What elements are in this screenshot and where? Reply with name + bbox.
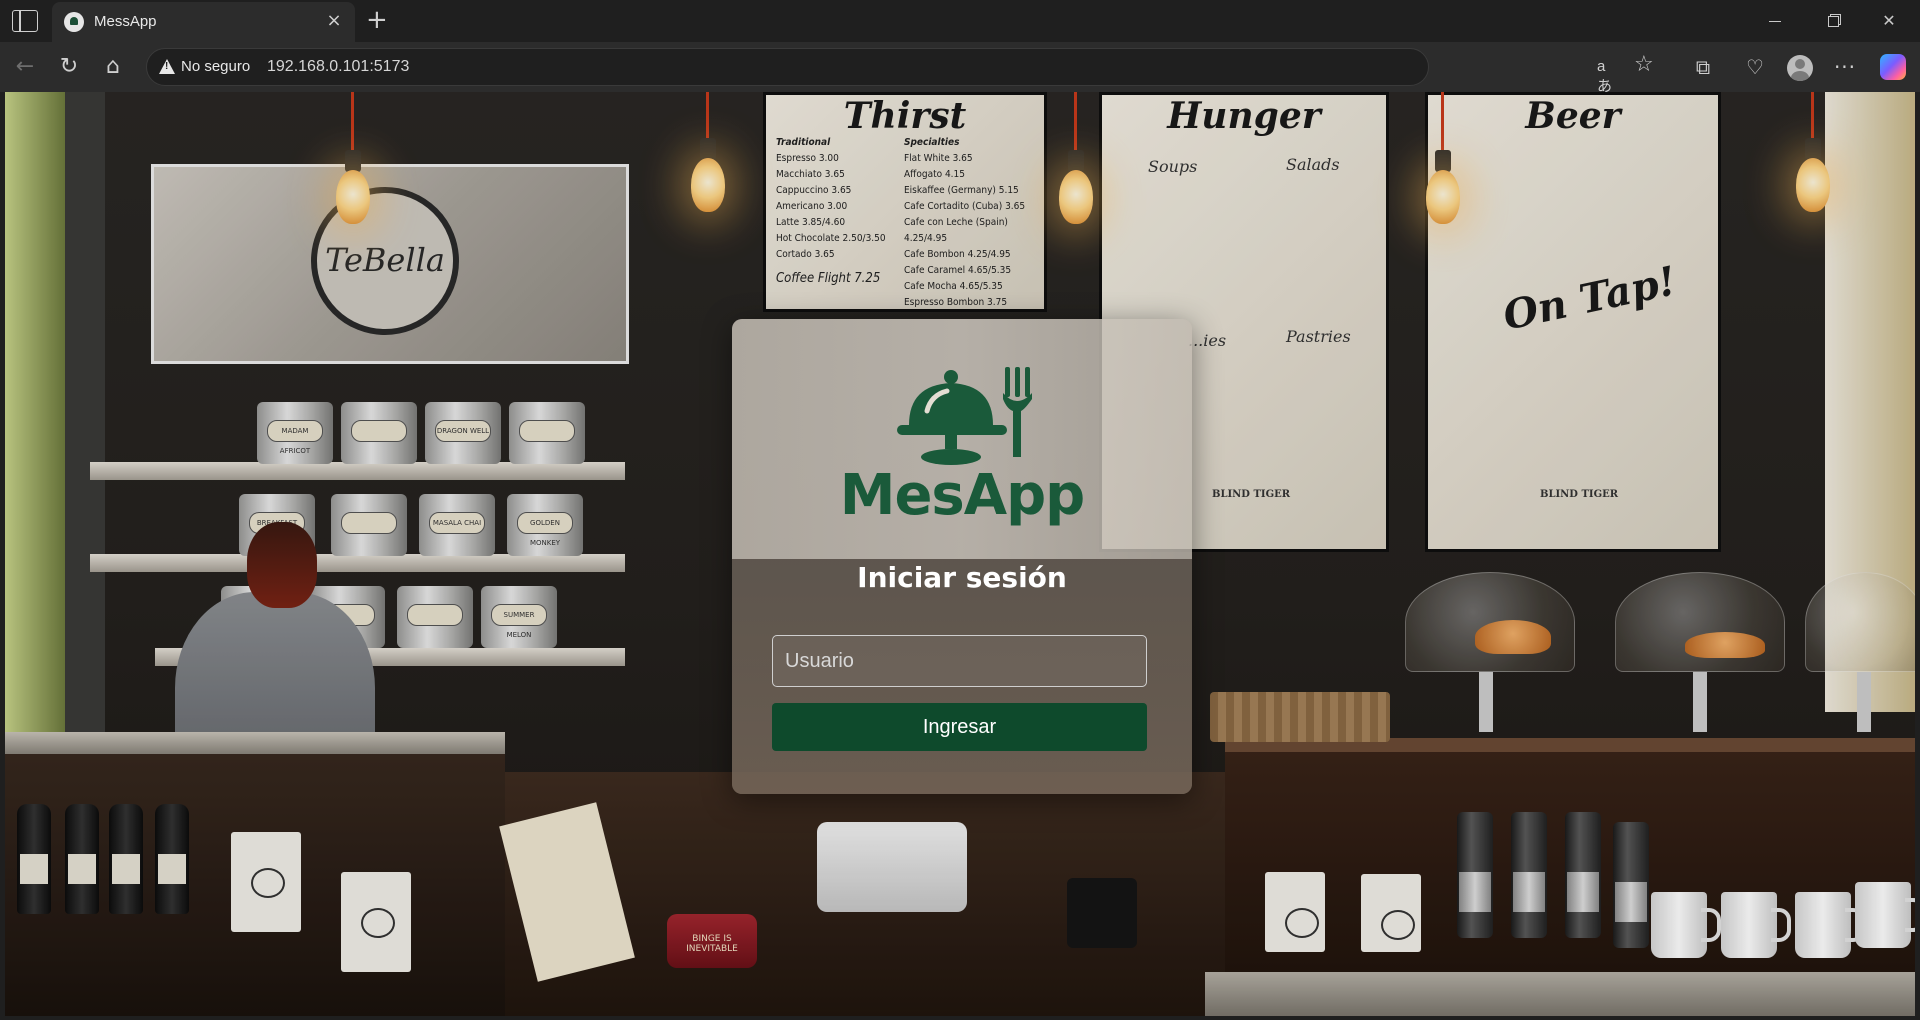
restore-icon[interactable] — [1810, 8, 1856, 34]
browser-essentials-icon[interactable]: ♡ — [1742, 54, 1768, 80]
cloche-fork-icon — [897, 367, 1032, 465]
new-tab-plus-icon[interactable]: + — [366, 6, 388, 34]
read-aloud-icon[interactable]: aあ — [1597, 58, 1612, 96]
back-arrow-icon[interactable]: ← — [12, 54, 38, 80]
reload-icon[interactable]: ↻ — [56, 54, 82, 80]
copilot-icon[interactable] — [1880, 54, 1906, 80]
brand-logo-text: MesApp — [839, 463, 1086, 528]
browser-toolbar: ← ↻ ⌂ No seguro 192.168.0.101:5173 aあ ☆ … — [0, 42, 1920, 95]
warning-icon[interactable] — [159, 59, 175, 74]
browser-title-bar: MessApp × + ✕ — [0, 0, 1920, 42]
more-icon[interactable]: ··· — [1832, 54, 1858, 80]
login-submit-button[interactable]: Ingresar — [772, 703, 1147, 751]
security-status-label[interactable]: No seguro — [181, 58, 250, 75]
home-icon[interactable]: ⌂ — [100, 54, 126, 80]
tab-close-icon[interactable]: × — [323, 10, 345, 32]
extensions-icon[interactable]: ⧉ — [1690, 54, 1716, 80]
login-card: MesApp Iniciar sesión Ingresar — [732, 319, 1192, 794]
browser-tab[interactable]: MessApp × — [52, 2, 355, 42]
tab-favicon — [64, 12, 84, 32]
profile-avatar-icon[interactable] — [1787, 55, 1813, 81]
minimize-icon[interactable] — [1752, 8, 1798, 34]
address-bar[interactable]: No seguro 192.168.0.101:5173 aあ ☆ — [146, 48, 1654, 95]
tab-title: MessApp — [94, 13, 157, 30]
username-input[interactable] — [772, 635, 1147, 687]
login-heading: Iniciar sesión — [857, 561, 1067, 594]
star-icon[interactable]: ☆ — [1634, 52, 1654, 77]
window-close-icon[interactable]: ✕ — [1866, 8, 1912, 34]
sidebar-toggle-icon[interactable] — [12, 10, 38, 32]
page-viewport: TeBella Thirst Traditional Espresso 3.00… — [5, 92, 1915, 1016]
url-text[interactable]: 192.168.0.101:5173 — [267, 58, 409, 76]
